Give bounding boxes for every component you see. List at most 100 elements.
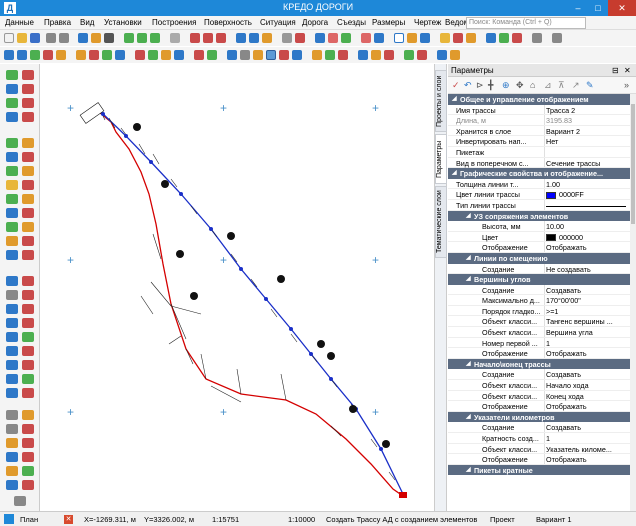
cancel-icon[interactable]: ↶ (464, 81, 472, 90)
undo-icon[interactable] (46, 33, 56, 43)
cursor-icon[interactable] (394, 33, 404, 43)
property-value[interactable]: Конец хода (546, 392, 628, 401)
point-icon[interactable] (4, 50, 14, 60)
property-row[interactable]: Имя трассы Трасса 2 (448, 104, 630, 116)
tool-check-icon[interactable] (6, 138, 18, 148)
status-scale-2[interactable]: 1:10000 (288, 515, 315, 524)
status-variant[interactable]: Вариант 1 (536, 515, 572, 524)
tool-eraser-icon[interactable] (22, 208, 34, 218)
route-blue-line[interactable] (100, 111, 404, 495)
property-value[interactable]: Отображать (546, 349, 628, 358)
step-icon[interactable]: ⊳ (476, 81, 484, 90)
command-search-input[interactable]: Поиск: Команда (Ctrl + Q) (466, 17, 586, 29)
tool-zigzag-icon[interactable] (6, 374, 18, 384)
tab-parameters[interactable]: Параметры (435, 134, 447, 184)
property-row[interactable]: Объект класси... Вершина угла (448, 327, 630, 338)
property-row[interactable]: Порядок гладко... >=1 (448, 305, 630, 317)
color-swatch[interactable] (546, 191, 556, 199)
route-curve-icon[interactable] (266, 50, 276, 60)
property-row[interactable]: Инвертировать нап... Нет (448, 136, 630, 147)
table-icon[interactable] (420, 33, 430, 43)
delete-icon[interactable] (295, 33, 305, 43)
collapse-arrow-icon[interactable]: ◢ (452, 95, 457, 102)
property-row[interactable]: Цвет линии трассы 0000FF (448, 189, 630, 200)
zoom-out-icon[interactable] (150, 33, 160, 43)
tool-lane-icon[interactable] (22, 290, 34, 300)
cross-select-icon[interactable]: ╋ (488, 81, 493, 90)
fillet-icon[interactable] (338, 50, 348, 60)
tool-pipe-icon[interactable] (6, 360, 18, 370)
panel-scrollbar[interactable] (630, 94, 636, 511)
trim-icon[interactable] (115, 50, 125, 60)
property-row[interactable]: Объект класси... Тангенс вершины ... (448, 316, 630, 328)
tool-pencil-icon[interactable] (22, 138, 34, 148)
property-value[interactable]: 10.00 (546, 222, 628, 231)
status-mode[interactable]: План (20, 515, 38, 524)
section-icon[interactable] (450, 50, 460, 60)
tool-delete2-icon[interactable] (22, 424, 34, 434)
property-row[interactable]: Создание Создавать (448, 369, 630, 381)
tool-text2-icon[interactable] (6, 424, 18, 434)
line-icon[interactable] (17, 50, 27, 60)
tool-bridge-icon[interactable] (22, 276, 34, 286)
tool-ramp-icon[interactable] (22, 332, 34, 342)
tool-edit-icon[interactable] (6, 112, 18, 122)
split-icon[interactable] (148, 50, 158, 60)
property-value[interactable]: Тангенс вершины ... (546, 317, 628, 326)
transition-icon[interactable] (312, 50, 322, 60)
property-row[interactable]: Отображение Отображать (448, 242, 630, 253)
more-tools-icon[interactable]: » (624, 81, 629, 90)
redo-icon[interactable] (59, 33, 69, 43)
property-row[interactable]: Кратность созд... 1 (448, 433, 630, 444)
snap-icon[interactable] (190, 33, 200, 43)
cross-icon[interactable] (361, 33, 371, 43)
join-icon[interactable] (135, 50, 145, 60)
property-value[interactable]: 170°00'00" (546, 296, 628, 305)
tool-node-icon[interactable] (6, 98, 18, 108)
scale-icon[interactable] (341, 33, 351, 43)
export-icon[interactable] (91, 33, 101, 43)
color-swatch[interactable] (546, 234, 556, 242)
collapse-arrow-icon[interactable]: ◢ (466, 466, 471, 473)
property-value[interactable]: Отображать (546, 243, 628, 252)
tool-profile-icon[interactable] (6, 346, 18, 356)
menu-dimensions[interactable]: Размеры (372, 18, 405, 27)
zoom-icon[interactable] (124, 33, 134, 43)
tool-scale2-icon[interactable] (6, 452, 18, 462)
route-red-line[interactable] (98, 111, 404, 497)
tool-slope-icon[interactable] (22, 304, 34, 314)
tool-grass-icon[interactable] (22, 374, 34, 384)
tool-green-icon[interactable] (6, 194, 18, 204)
property-section[interactable]: ◢ УЗ сопряжения элементов (448, 210, 630, 222)
pan-icon[interactable] (170, 33, 180, 43)
tool-ditch-icon[interactable] (6, 304, 18, 314)
property-row[interactable]: Объект класси... Конец хода (448, 390, 630, 402)
property-value[interactable]: Вариант 2 (546, 127, 628, 136)
tool-fill-icon[interactable] (6, 180, 18, 190)
grid-icon[interactable] (236, 33, 246, 43)
tool-stairs-icon[interactable] (6, 388, 18, 398)
percent-icon[interactable] (328, 33, 338, 43)
report-icon[interactable] (440, 33, 450, 43)
panel-close-icon[interactable]: ✕ (624, 66, 631, 75)
status-scale[interactable]: 1:15751 (212, 515, 239, 524)
property-value[interactable]: Отображать (546, 455, 628, 464)
property-value[interactable]: Не создавать (546, 265, 628, 274)
property-value[interactable] (546, 201, 628, 210)
tool-text-icon[interactable] (22, 222, 34, 232)
tool-tree-icon[interactable] (6, 222, 18, 232)
remove-icon[interactable] (417, 50, 427, 60)
property-value[interactable]: Отображать (546, 402, 628, 411)
menu-constructions[interactable]: Построения (152, 18, 196, 27)
menu-situation[interactable]: Ситуация (260, 18, 296, 27)
move-icon[interactable] (161, 50, 171, 60)
collapse-arrow-icon[interactable]: ◢ (466, 254, 471, 261)
open-icon[interactable] (17, 33, 27, 43)
tool-pen-icon[interactable] (6, 410, 18, 420)
snap-point-icon[interactable] (203, 33, 213, 43)
save-icon[interactable] (30, 33, 40, 43)
property-value[interactable]: Нет (546, 137, 628, 146)
measure-icon[interactable] (249, 33, 259, 43)
status-project[interactable]: Проект (490, 515, 515, 524)
chart-icon[interactable] (453, 33, 463, 43)
